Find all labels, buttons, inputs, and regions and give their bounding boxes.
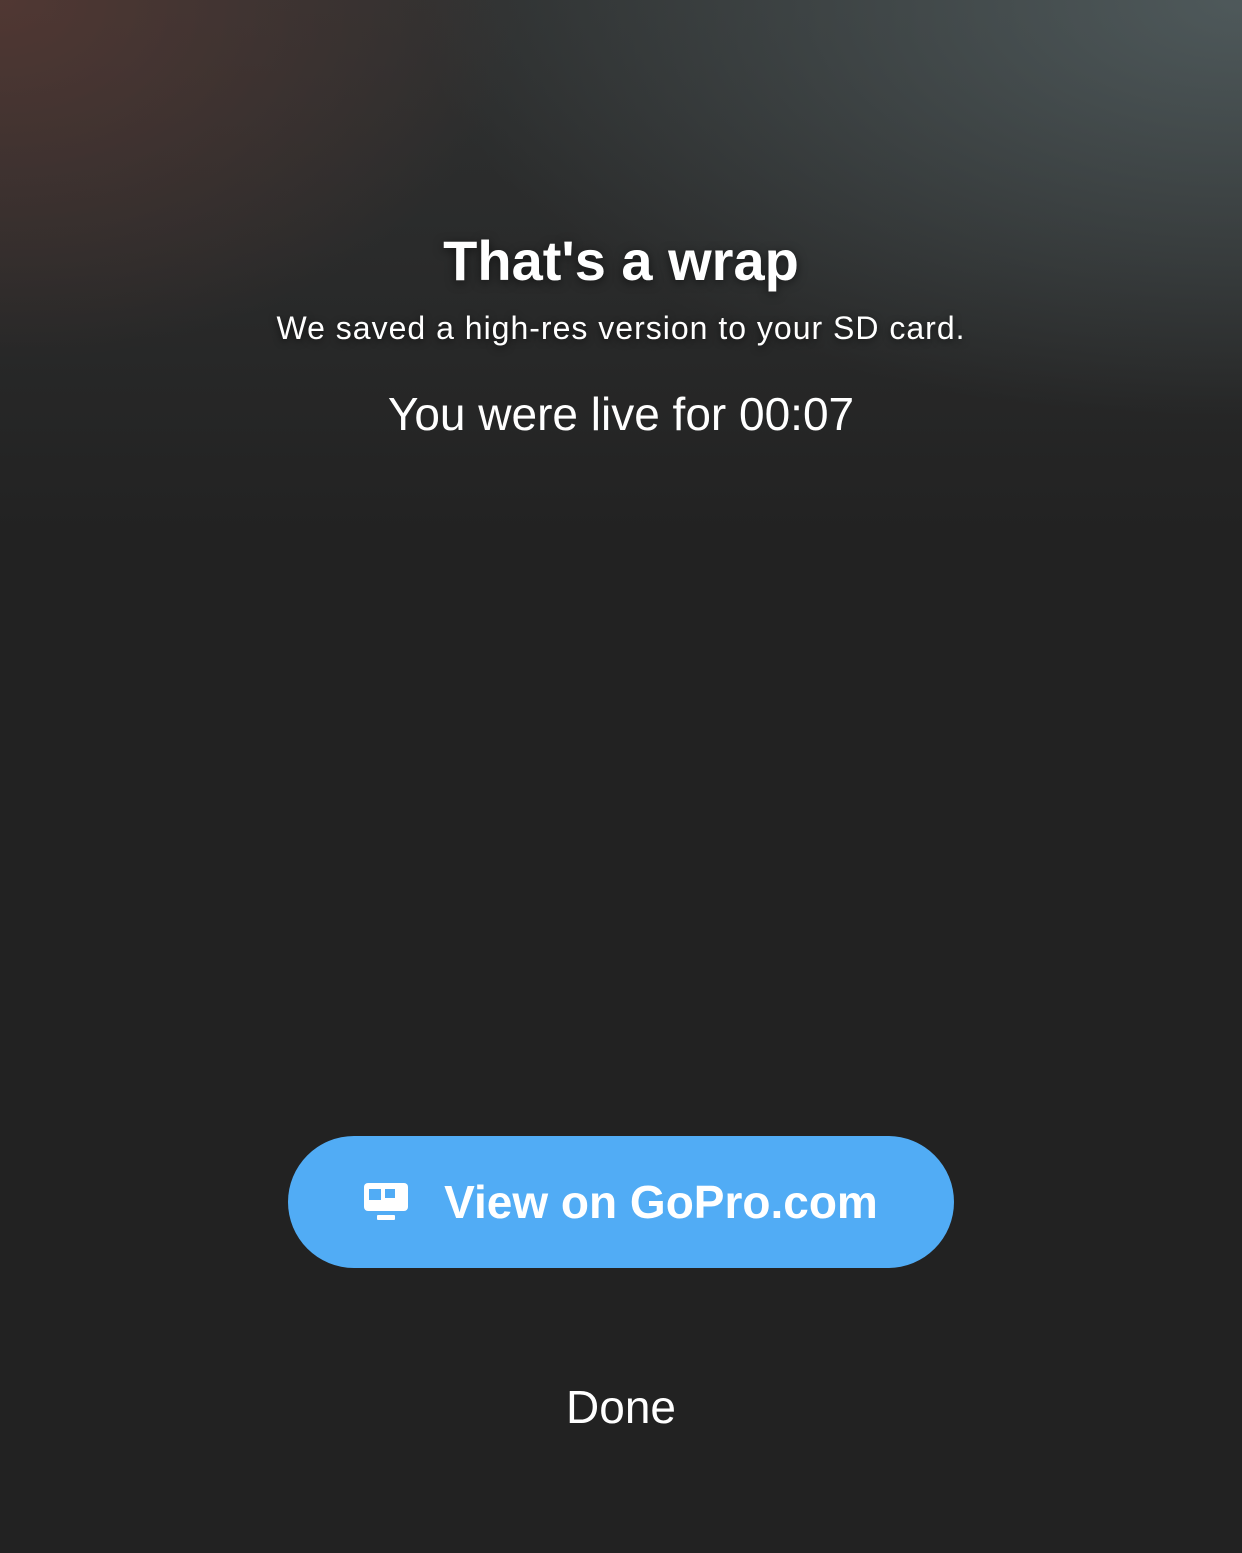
view-on-gopro-label: View on GoPro.com — [444, 1176, 878, 1228]
live-duration-text: You were live for 00:07 — [387, 388, 855, 440]
done-button[interactable]: Done — [471, 1372, 771, 1442]
saved-to-sd-message: We saved a high-res version to your SD c… — [276, 310, 966, 346]
page-title: That's a wrap — [443, 229, 799, 292]
gopro-camera-icon — [364, 1183, 409, 1221]
view-on-gopro-button[interactable]: View on GoPro.com — [288, 1136, 954, 1268]
stream-ended-screen: That's a wrap We saved a high-res versio… — [0, 0, 1242, 1553]
